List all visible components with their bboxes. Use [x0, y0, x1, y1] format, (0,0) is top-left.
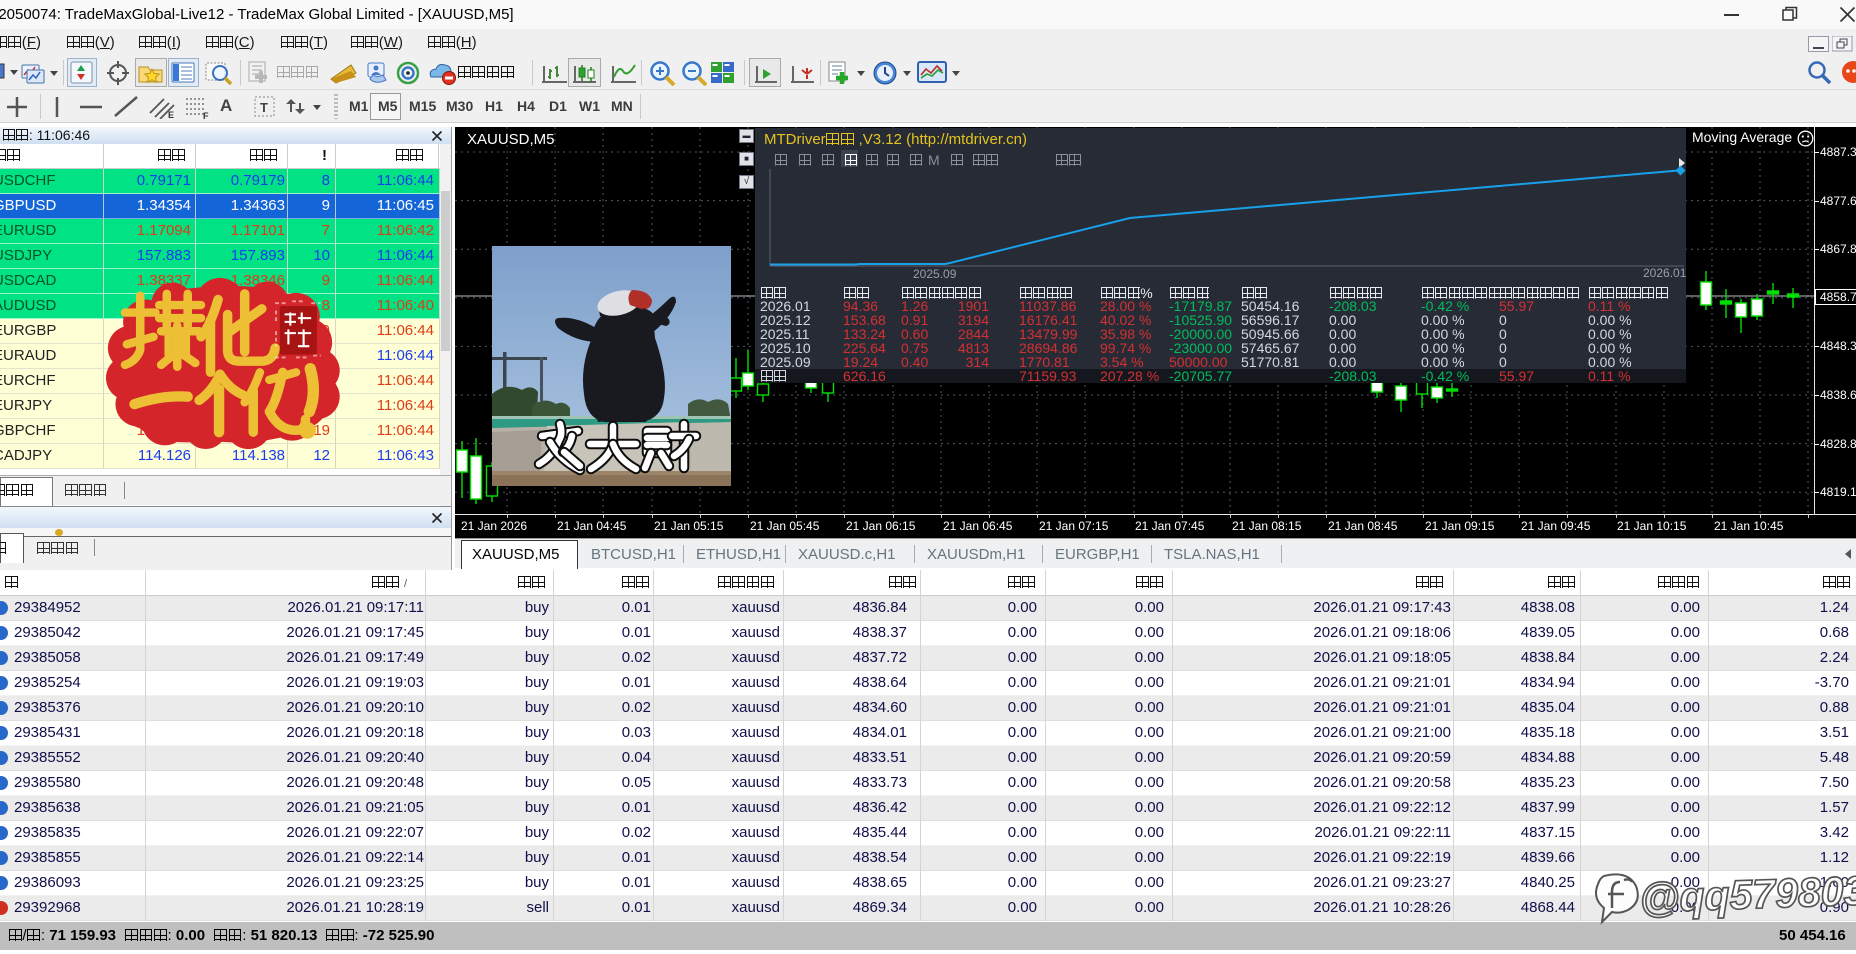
svg-text:E: E: [168, 110, 174, 119]
svg-text:@qq579803: @qq579803: [1639, 868, 1856, 921]
svg-text:F: F: [203, 111, 209, 119]
svg-text:T: T: [260, 100, 268, 115]
